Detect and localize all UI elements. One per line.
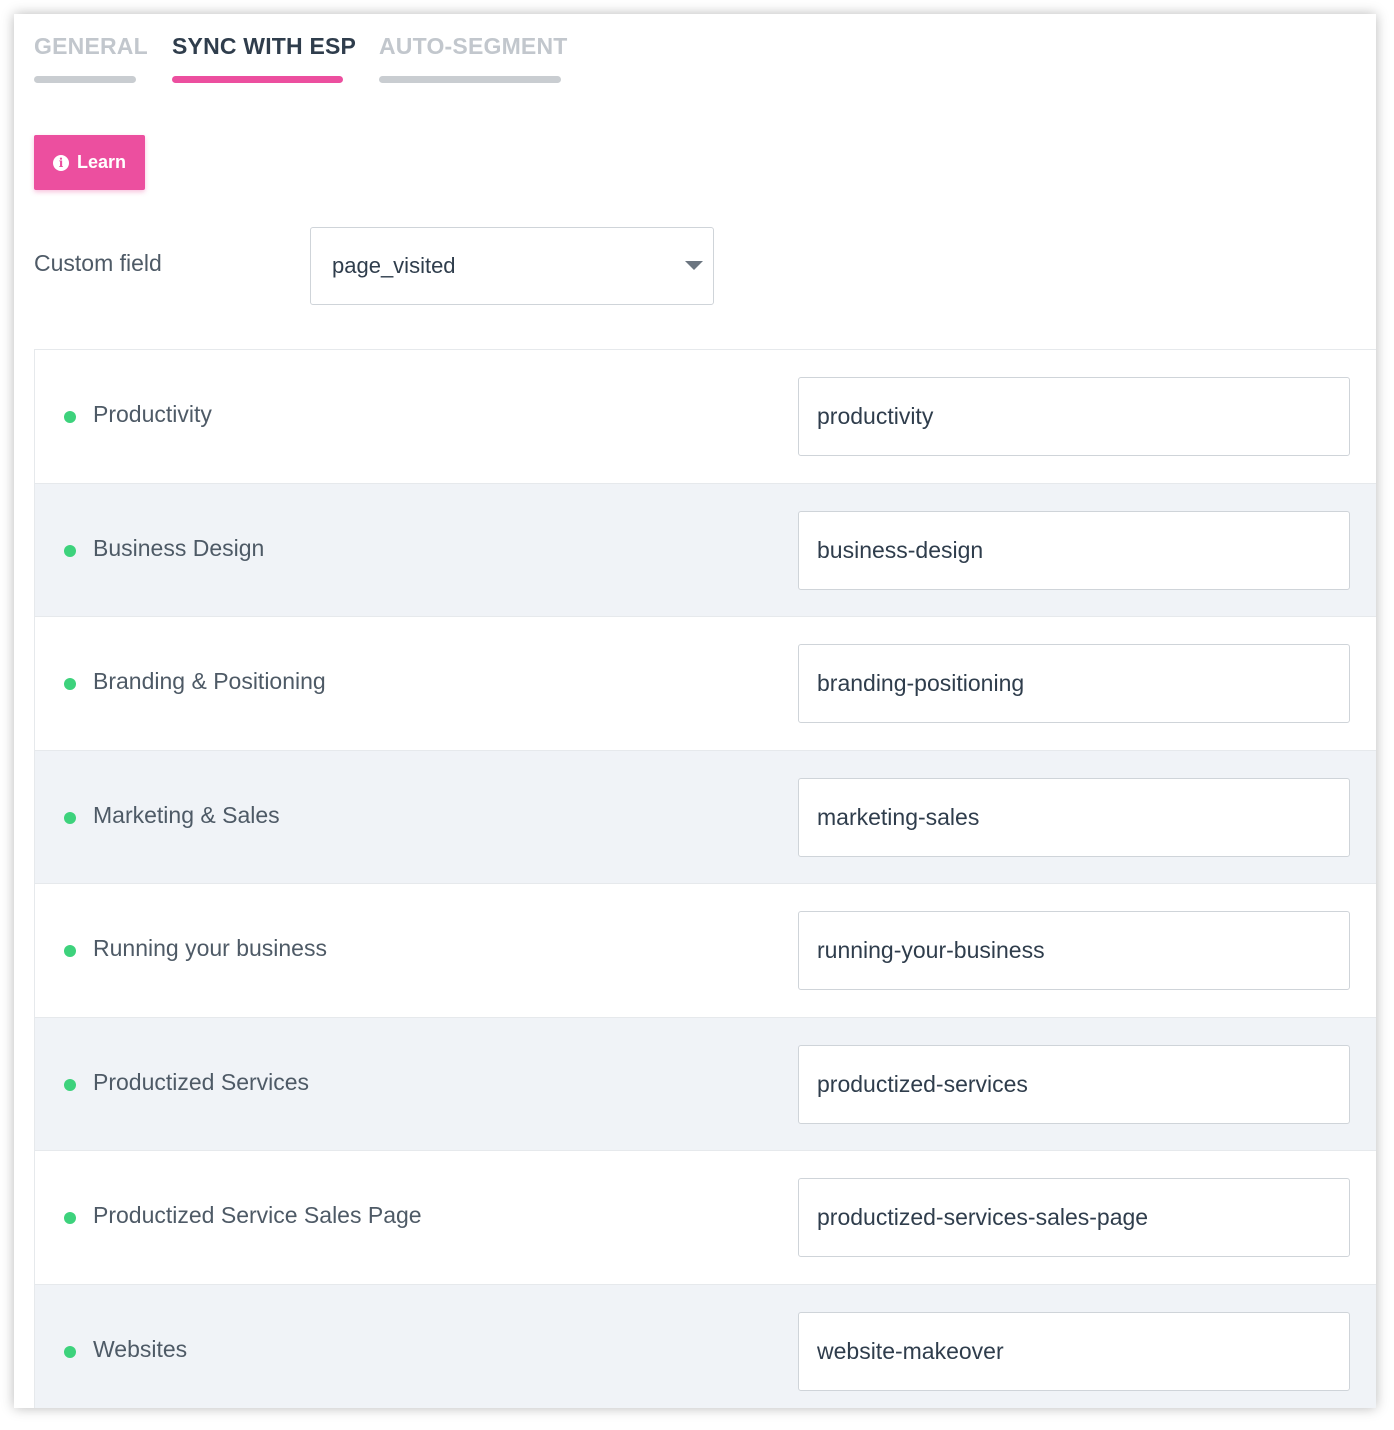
tab-auto-segment-label: AUTO-SEGMENT [379, 33, 568, 59]
mapping-row: Branding & Positioning [35, 617, 1376, 751]
mapping-table: Productivity Business Design Branding & … [34, 349, 1376, 1408]
info-icon: i [52, 154, 69, 171]
tab-general-indicator [34, 76, 136, 83]
tab-general-label: GENERAL [34, 33, 148, 59]
tab-sync-with-esp-indicator [172, 76, 343, 83]
mapping-label: Productivity [93, 401, 212, 427]
mapping-row: Running your business [35, 884, 1376, 1018]
mapping-value-input[interactable] [798, 377, 1350, 456]
mapping-value-input[interactable] [798, 1311, 1350, 1391]
mapping-value-input[interactable] [798, 1044, 1350, 1124]
status-dot [64, 544, 76, 557]
mapping-value-input[interactable] [798, 1178, 1350, 1257]
mapping-label: Marketing & Sales [93, 801, 280, 828]
mapping-label: Running your business [93, 935, 327, 961]
custom-field-selected-value: page_visited [332, 253, 456, 278]
custom-field-label: Custom field [34, 250, 162, 276]
custom-field-select[interactable]: page_visited [310, 227, 714, 305]
tab-auto-segment[interactable]: AUTO-SEGMENT [379, 32, 568, 83]
mapping-row: Business Design [35, 483, 1376, 617]
status-dot [64, 411, 76, 423]
mapping-label: Websites [93, 1335, 188, 1362]
mapping-label: Business Design [93, 534, 265, 561]
mapping-row: Productized Services [35, 1017, 1376, 1151]
mapping-label: Branding & Positioning [93, 668, 326, 694]
status-dot [64, 678, 76, 690]
settings-panel: GENERAL SYNC WITH ESP AUTO-SEGMENT i Lea… [14, 14, 1376, 1408]
status-dot [64, 1212, 76, 1224]
tab-general[interactable]: GENERAL [34, 32, 148, 83]
status-dot [64, 1345, 76, 1358]
caret-down-icon [685, 261, 703, 270]
tab-sync-with-esp[interactable]: SYNC WITH ESP [172, 32, 357, 83]
mapping-row: Productized Service Sales Page [35, 1151, 1376, 1285]
status-dot [64, 945, 76, 957]
mapping-label: Productized Services [93, 1068, 310, 1095]
status-dot [64, 1078, 76, 1091]
mapping-row: Websites [35, 1284, 1376, 1408]
tab-sync-with-esp-label: SYNC WITH ESP [172, 33, 357, 59]
mapping-value-input[interactable] [798, 644, 1350, 723]
status-dot [64, 811, 76, 824]
mapping-row: Productivity [35, 350, 1376, 484]
mapping-row: Marketing & Sales [35, 750, 1376, 884]
learn-button[interactable]: i Learn [34, 135, 145, 190]
learn-button-label: Learn [76, 152, 127, 172]
mapping-value-input[interactable] [798, 911, 1350, 990]
mapping-value-input[interactable] [798, 510, 1350, 590]
tab-bar: GENERAL SYNC WITH ESP AUTO-SEGMENT [34, 32, 568, 83]
tab-auto-segment-indicator [379, 76, 561, 83]
mapping-value-input[interactable] [798, 777, 1350, 857]
mapping-label: Productized Service Sales Page [93, 1202, 422, 1228]
